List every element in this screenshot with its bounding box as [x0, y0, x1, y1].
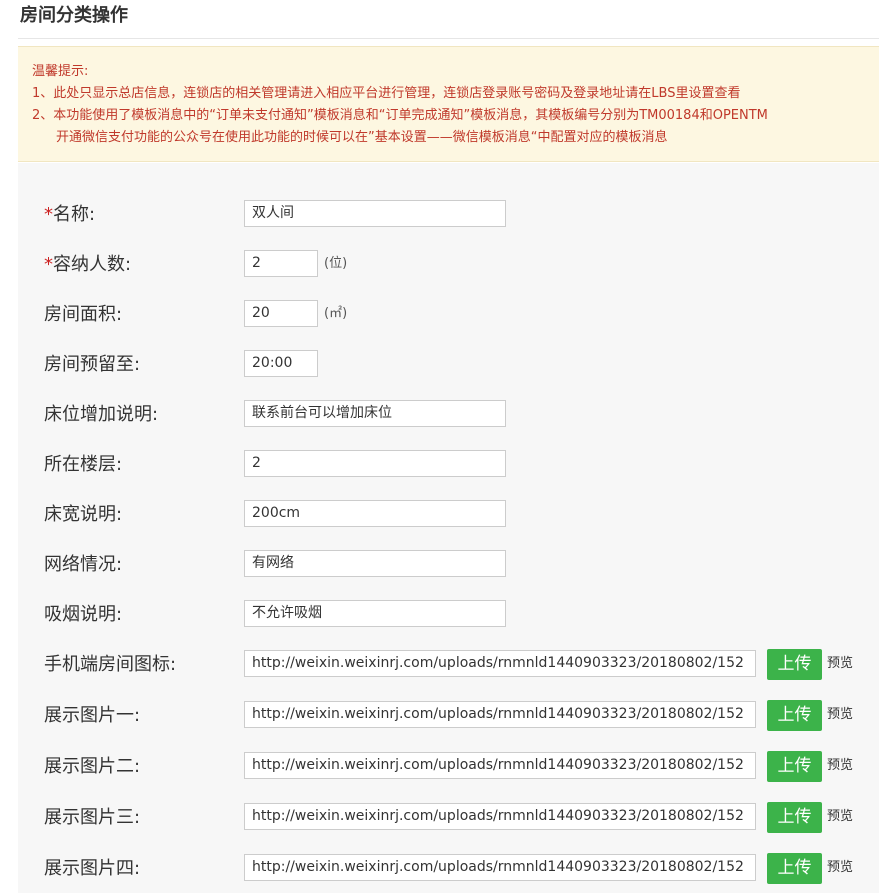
page-title: 房间分类操作 — [20, 5, 128, 26]
mobile-icon-upload-button[interactable]: 上传 — [767, 649, 822, 680]
form-row-extra-bed: 床位增加说明: 联系前台可以增加床位 — [18, 400, 879, 430]
image-4-label: 展示图片四: — [44, 858, 141, 879]
image-3-label: 展示图片三: — [44, 807, 141, 828]
floor-label: 所在楼层: — [44, 454, 123, 475]
name-label: *名称: — [44, 204, 96, 225]
form-row-capacity: *容纳人数: 2 (位) — [18, 250, 879, 280]
capacity-label: *容纳人数: — [44, 254, 132, 275]
form-row-network: 网络情况: 有网络 — [18, 550, 879, 580]
tip-line-3: 开通微信支付功能的公众号在使用此功能的时候可以在”基本设置——微信模板消息“中配… — [56, 130, 668, 145]
reserve-label: 房间预留至: — [44, 354, 141, 375]
mobile-icon-url-input[interactable]: http://weixin.weixinrj.com/uploads/rnmnl… — [244, 650, 756, 677]
network-label: 网络情况: — [44, 554, 123, 575]
image-3-url-input[interactable]: http://weixin.weixinrj.com/uploads/rnmnl… — [244, 803, 756, 830]
capacity-unit: (位) — [324, 256, 348, 271]
tip-box: 温馨提示: 1、此处只显示总店信息，连锁店的相关管理请进入相应平台进行管理，连锁… — [18, 46, 879, 162]
form-row-floor: 所在楼层: 2 — [18, 450, 879, 480]
required-mark: * — [44, 204, 53, 225]
image-4-upload-button[interactable]: 上传 — [767, 853, 822, 884]
image-4-url-input[interactable]: http://weixin.weixinrj.com/uploads/rnmnl… — [244, 854, 756, 881]
network-input[interactable]: 有网络 — [244, 550, 506, 577]
image-1-upload-button[interactable]: 上传 — [767, 700, 822, 731]
form-row-smoking: 吸烟说明: 不允许吸烟 — [18, 600, 879, 630]
form-row-bed-width: 床宽说明: 200cm — [18, 500, 879, 530]
area-unit: (㎡) — [324, 306, 348, 321]
tip-heading: 温馨提示: — [32, 64, 89, 79]
required-mark: * — [44, 254, 53, 275]
room-category-page: 房间分类操作 温馨提示: 1、此处只显示总店信息，连锁店的相关管理请进入相应平台… — [0, 0, 879, 893]
bed-width-label: 床宽说明: — [44, 504, 123, 525]
image-1-label: 展示图片一: — [44, 705, 141, 726]
form-row-image-4: 展示图片四: http://weixin.weixinrj.com/upload… — [18, 853, 879, 884]
capacity-input[interactable]: 2 — [244, 250, 318, 277]
image-2-upload-button[interactable]: 上传 — [767, 751, 822, 782]
extra-bed-label: 床位增加说明: — [44, 404, 159, 425]
image-1-url-input[interactable]: http://weixin.weixinrj.com/uploads/rnmnl… — [244, 701, 756, 728]
smoking-label: 吸烟说明: — [44, 604, 123, 625]
bed-width-input[interactable]: 200cm — [244, 500, 506, 527]
image-2-preview-link[interactable]: 预览 — [827, 757, 853, 775]
mobile-icon-preview-link[interactable]: 预览 — [827, 655, 853, 673]
reserve-time-input[interactable]: 20:00 — [244, 350, 318, 377]
tip-line-2: 2、本功能使用了模板消息中的“订单未支付通知”模板消息和“订单完成通知”模板消息… — [32, 108, 768, 123]
mobile-icon-label: 手机端房间图标: — [44, 654, 177, 675]
form-row-reserve: 房间预留至: 20:00 — [18, 350, 879, 380]
title-divider — [18, 38, 879, 39]
image-4-preview-link[interactable]: 预览 — [827, 859, 853, 877]
name-input[interactable]: 双人间 — [244, 200, 506, 227]
image-2-url-input[interactable]: http://weixin.weixinrj.com/uploads/rnmnl… — [244, 752, 756, 779]
floor-input[interactable]: 2 — [244, 450, 506, 477]
area-input[interactable]: 20 — [244, 300, 318, 327]
area-label: 房间面积: — [44, 304, 123, 325]
image-2-label: 展示图片二: — [44, 756, 141, 777]
form-row-image-3: 展示图片三: http://weixin.weixinrj.com/upload… — [18, 802, 879, 833]
extra-bed-input[interactable]: 联系前台可以增加床位 — [244, 400, 506, 427]
form-row-image-2: 展示图片二: http://weixin.weixinrj.com/upload… — [18, 751, 879, 782]
form-row-mobile-icon: 手机端房间图标: http://weixin.weixinrj.com/uplo… — [18, 649, 879, 680]
form-row-area: 房间面积: 20 (㎡) — [18, 300, 879, 330]
image-1-preview-link[interactable]: 预览 — [827, 706, 853, 724]
tip-line-1: 1、此处只显示总店信息，连锁店的相关管理请进入相应平台进行管理，连锁店登录账号密… — [32, 86, 741, 101]
image-3-upload-button[interactable]: 上传 — [767, 802, 822, 833]
image-3-preview-link[interactable]: 预览 — [827, 808, 853, 826]
form-row-image-1: 展示图片一: http://weixin.weixinrj.com/upload… — [18, 700, 879, 731]
smoking-input[interactable]: 不允许吸烟 — [244, 600, 506, 627]
form-row-name: *名称: 双人间 — [18, 200, 879, 230]
room-form: *名称: 双人间 *容纳人数: 2 (位) 房间面积: 20 (㎡) 房间预留至… — [18, 163, 879, 893]
